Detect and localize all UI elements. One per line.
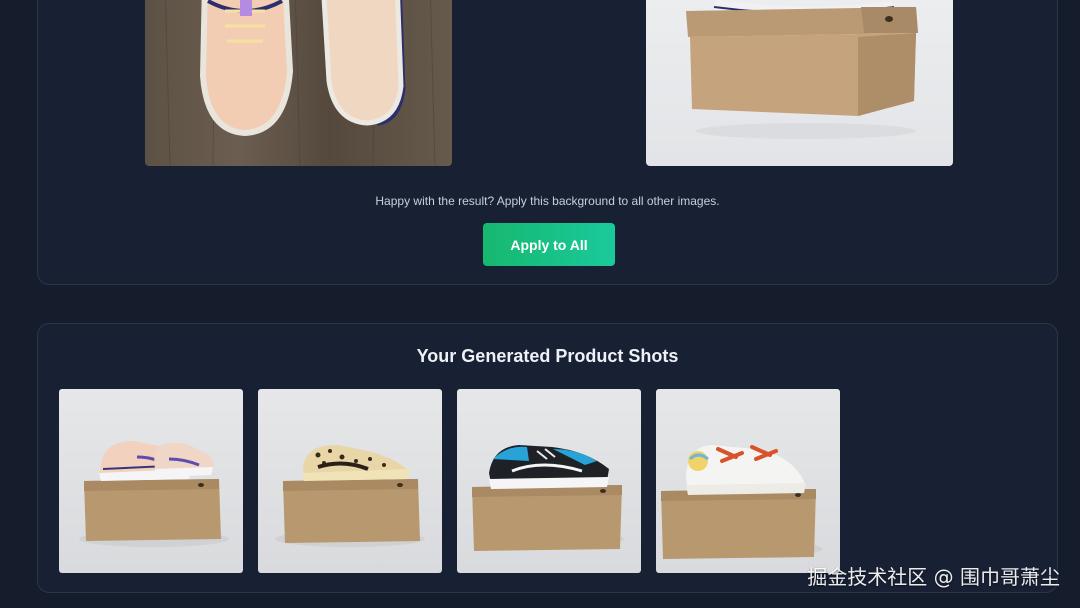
apply-to-all-button[interactable]: Apply to All [483,223,615,266]
original-image-preview [145,0,452,166]
generated-shoe-photo [686,0,918,139]
white-orange-sneaker-image [661,445,823,559]
generated-image-preview [646,0,953,166]
black-blue-shoe-image [472,445,624,551]
peach-running-shoe-image [79,441,229,547]
original-shoe-photo [165,0,436,166]
page: Happy with the result? Apply this backgr… [0,0,1080,608]
product-shot-thumbnail[interactable] [457,389,641,573]
product-shot-thumbnail[interactable] [258,389,442,573]
product-shot-thumbnail[interactable] [59,389,243,573]
generated-shots-card: Your Generated Product Shots [37,323,1058,593]
background-preview-card: Happy with the result? Apply this backgr… [37,0,1058,285]
product-shot-thumbnail[interactable] [656,389,840,573]
watermark-text: 掘金技术社区 @ 围巾哥萧尘 [807,565,1060,589]
apply-hint-text: Happy with the result? Apply this backgr… [375,194,720,208]
leopard-sneaker-image [275,444,425,547]
gallery-title: Your Generated Product Shots [416,346,679,366]
